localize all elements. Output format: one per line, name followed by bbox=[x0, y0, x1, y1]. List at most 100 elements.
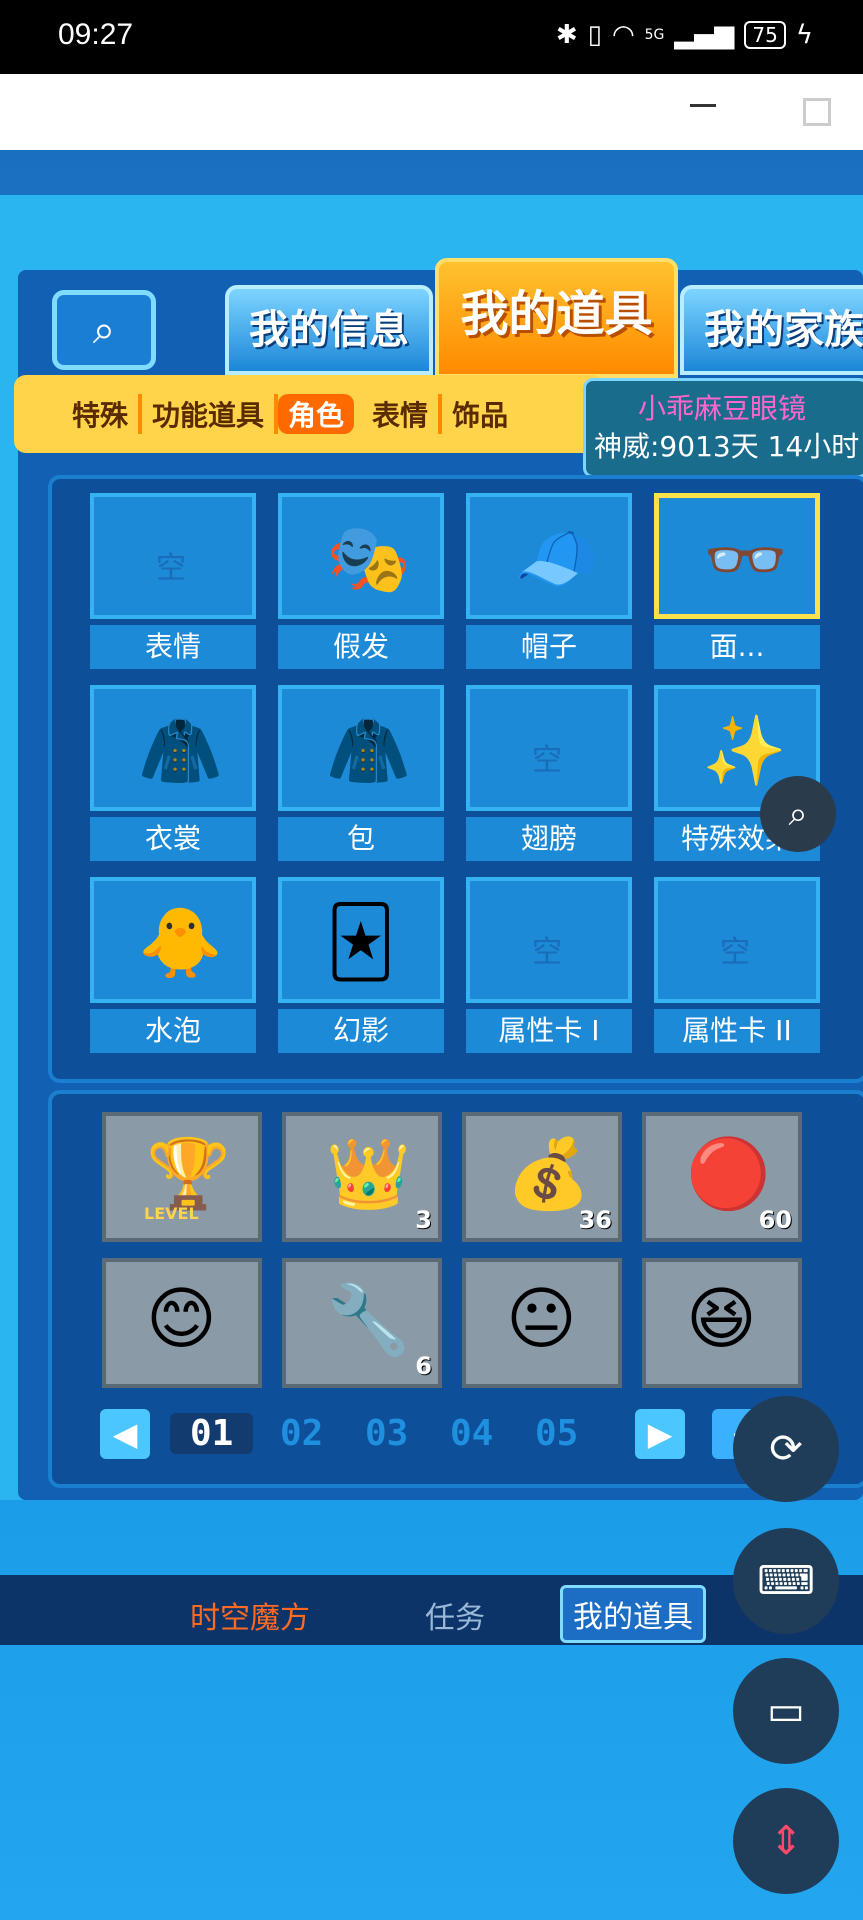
search-button[interactable]: ⌕ bbox=[52, 290, 156, 370]
drag-handle-icon[interactable]: ⌕ bbox=[760, 776, 836, 852]
page-03[interactable]: 03 bbox=[365, 1413, 408, 1454]
slot-label: 面... bbox=[654, 625, 820, 669]
slot-clothes[interactable]: 🧥 bbox=[90, 685, 256, 811]
page-05[interactable]: 05 bbox=[535, 1413, 578, 1454]
rotate-icon: ⟳ bbox=[769, 1426, 803, 1472]
wig-icon: 🎭 bbox=[326, 520, 411, 599]
page-04[interactable]: 04 bbox=[450, 1413, 493, 1454]
slot-bubble[interactable]: 🐥 bbox=[90, 877, 256, 1003]
phantom-card-icon: 🃏 bbox=[326, 903, 396, 982]
inventory-item[interactable]: 🔧 6 bbox=[282, 1258, 442, 1388]
search-icon: ⌕ bbox=[92, 307, 116, 353]
slot-label: 表情 bbox=[90, 625, 256, 669]
level-text: LEVEL bbox=[144, 1204, 199, 1223]
subtab-accessory[interactable]: 饰品 bbox=[442, 394, 518, 434]
item-quantity: 6 bbox=[415, 1352, 432, 1380]
item-tooltip: 小乖麻豆眼镜 神威:9013天 14小时 bbox=[583, 378, 863, 478]
wifi-icon: ◠ bbox=[611, 20, 635, 50]
time-cube-button[interactable]: 时空魔方 bbox=[190, 1593, 310, 1637]
pager: ◀ 01 02 03 04 05 ▶ + bbox=[100, 1405, 800, 1465]
crown-bag-icon: 👑 bbox=[326, 1135, 411, 1214]
signal-label: 5G bbox=[644, 27, 665, 43]
window-bar bbox=[0, 74, 863, 150]
task-button[interactable]: 任务 bbox=[425, 1593, 485, 1637]
my-items-button[interactable]: 我的道具 bbox=[560, 1585, 706, 1643]
headband-smiley-icon: 😐 bbox=[506, 1280, 577, 1359]
slot-label: 水泡 bbox=[90, 1009, 256, 1053]
slot-label: 假发 bbox=[278, 625, 444, 669]
inventory-item[interactable]: 🏆 LEVEL bbox=[102, 1112, 262, 1242]
inventory-item[interactable]: 😐 bbox=[462, 1258, 622, 1388]
maximize-button[interactable] bbox=[803, 98, 831, 126]
hat-icon: 🧢 bbox=[514, 520, 599, 599]
smiley-icon: 😊 bbox=[146, 1280, 217, 1359]
inventory-item[interactable]: 👑 3 bbox=[282, 1112, 442, 1242]
jacket-icon: 🧥 bbox=[138, 712, 223, 791]
empty-mark: 空 bbox=[532, 743, 562, 778]
equip-grid: 空 表情 🎭 假发 🧢 帽子 👓 面... 🧥 衣裳 🧥 包 空 翅膀 ✨ 特殊… bbox=[48, 475, 863, 1083]
item-quantity: 60 bbox=[758, 1206, 792, 1234]
glasses-icon: 👓 bbox=[703, 521, 788, 600]
item-quantity: 3 bbox=[415, 1206, 432, 1234]
page-02[interactable]: 02 bbox=[280, 1413, 323, 1454]
tooltip-name: 小乖麻豆眼镜 bbox=[638, 392, 807, 425]
status-icons: ✱ ▯ ◠ 5G ▂▄▆ 75 ϟ bbox=[556, 20, 813, 50]
inventory-item[interactable]: 🔴 60 bbox=[642, 1112, 802, 1242]
subtab-special[interactable]: 特殊 bbox=[62, 394, 143, 434]
sub-tab-bar: 特殊 功能道具 角色 表情 饰品 bbox=[14, 375, 604, 453]
subtab-emotion[interactable]: 表情 bbox=[362, 394, 443, 434]
slot-attr-card-1[interactable]: 空 bbox=[466, 877, 632, 1003]
rotate-button[interactable]: ⟳ bbox=[733, 1396, 839, 1502]
page-01[interactable]: 01 bbox=[170, 1413, 254, 1454]
charging-icon: ϟ bbox=[795, 20, 813, 50]
subtitle-icon: ▭ bbox=[767, 1688, 805, 1734]
prev-page-button[interactable]: ◀ bbox=[100, 1409, 150, 1459]
bubble-chick-icon: 🐥 bbox=[138, 904, 223, 983]
slot-label: 翅膀 bbox=[466, 817, 632, 861]
slot-bag[interactable]: 🧥 bbox=[278, 685, 444, 811]
slot-phantom[interactable]: 🃏 bbox=[278, 877, 444, 1003]
collapse-button[interactable]: ⇕ bbox=[733, 1788, 839, 1894]
empty-mark: 空 bbox=[720, 935, 750, 970]
inventory-item[interactable]: 😊 bbox=[102, 1258, 262, 1388]
subtab-character[interactable]: 角色 bbox=[278, 394, 355, 434]
flower-smiley-icon: 😆 bbox=[686, 1280, 757, 1359]
inventory-item[interactable]: 💰 36 bbox=[462, 1112, 622, 1242]
slot-face[interactable]: 👓 bbox=[654, 493, 820, 619]
slot-attr-card-2[interactable]: 空 bbox=[654, 877, 820, 1003]
keyboard-icon: ⌨ bbox=[757, 1558, 815, 1604]
tab-my-info[interactable]: 我的信息 bbox=[225, 285, 433, 375]
slot-label: 属性卡 II bbox=[654, 1009, 820, 1053]
status-time: 09:27 bbox=[58, 18, 134, 51]
slot-wings[interactable]: 空 bbox=[466, 685, 632, 811]
slot-label: 衣裳 bbox=[90, 817, 256, 861]
slot-emotion[interactable]: 空 bbox=[90, 493, 256, 619]
item-quantity: 36 bbox=[578, 1206, 612, 1234]
chevron-up-down-icon: ⇕ bbox=[769, 1818, 803, 1864]
vibrate-icon: ▯ bbox=[587, 20, 602, 50]
slot-hat[interactable]: 🧢 bbox=[466, 493, 632, 619]
subtab-function[interactable]: 功能道具 bbox=[142, 394, 279, 434]
status-bar: 09:27 ✱ ▯ ◠ 5G ▂▄▆ 75 ϟ bbox=[0, 0, 863, 74]
coin-chest-icon: 💰 bbox=[506, 1135, 591, 1214]
tooltip-duration: 神威:9013天 14小时 bbox=[594, 430, 860, 463]
wrench-icon: 🔧 bbox=[326, 1281, 411, 1360]
battery-icon: 75 bbox=[744, 21, 786, 49]
slot-label: 包 bbox=[278, 817, 444, 861]
bag-icon: 🧥 bbox=[326, 712, 411, 791]
next-page-button[interactable]: ▶ bbox=[635, 1409, 685, 1459]
slot-label: 幻影 bbox=[278, 1009, 444, 1053]
empty-mark: 空 bbox=[156, 551, 186, 586]
keyboard-button[interactable]: ⌨ bbox=[733, 1528, 839, 1634]
sparkle-icon: ✨ bbox=[702, 712, 787, 791]
slot-wig[interactable]: 🎭 bbox=[278, 493, 444, 619]
subtitle-button[interactable]: ▭ bbox=[733, 1658, 839, 1764]
tab-my-items[interactable]: 我的道具 bbox=[435, 258, 678, 378]
level-chest-icon: 🏆 bbox=[146, 1135, 231, 1214]
tab-my-family[interactable]: 我的家族 bbox=[680, 285, 863, 375]
slot-label: 帽子 bbox=[466, 625, 632, 669]
minimize-button[interactable] bbox=[690, 104, 716, 107]
signal-icon: ▂▄▆ bbox=[674, 20, 735, 50]
inventory-item[interactable]: 😆 bbox=[642, 1258, 802, 1388]
bluetooth-icon: ✱ bbox=[555, 20, 578, 50]
